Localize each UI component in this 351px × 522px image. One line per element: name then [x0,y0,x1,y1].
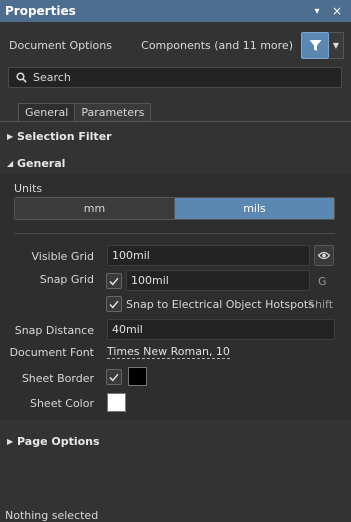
snap-grid-shortcut: G [318,275,327,288]
eye-icon [318,251,330,260]
snap-grid-label: Snap Grid [39,273,94,286]
chevron-right-icon: ▶ [7,132,14,141]
panel-menu-icon[interactable]: ▾ [309,6,325,17]
units-label: Units [14,182,43,195]
check-icon [109,300,119,309]
document-font-link[interactable]: Times New Roman, 10 [107,345,230,359]
units-mm-button[interactable]: mm [15,198,174,219]
visible-grid-toggle-button[interactable] [314,245,334,266]
section-page-options[interactable]: ▶ Page Options [7,435,100,448]
tab-general[interactable]: General [18,103,76,122]
units-toggle: mm mils [14,197,335,220]
sheet-border-label: Sheet Border [21,372,94,385]
filter-dropdown-button[interactable]: ▼ [329,31,344,59]
section-page-options-label: Page Options [17,435,100,448]
search-icon [16,72,27,83]
snap-distance-label: Snap Distance [14,324,94,337]
header-row: Document Options Components (and 11 more… [0,30,351,60]
snap-grid-input[interactable]: 100mil [126,270,310,291]
section-general[interactable]: ◢ General [7,157,65,170]
panel-title: Properties [5,4,76,18]
chevron-down-icon: ◢ [7,159,14,168]
panel-titlebar: Properties ▾ × [0,0,351,22]
snap-hotspots-checkbox[interactable] [106,296,122,312]
tab-bar: General Parameters [18,103,152,122]
tab-parameters[interactable]: Parameters [75,103,152,122]
snap-distance-input[interactable]: 40mil [107,319,335,340]
search-input[interactable] [33,71,323,84]
filter-icon [309,39,321,51]
check-icon [109,277,119,286]
status-text: Nothing selected [5,509,99,522]
filter-button[interactable] [301,31,329,59]
divider [14,233,335,234]
snap-hotspots-label: Snap to Electrical Object Hotspots [126,298,314,311]
section-selection-filter[interactable]: ▶ Selection Filter [7,130,112,143]
snap-hotspots-shortcut: Shift [308,298,334,311]
sheet-border-color-swatch[interactable] [128,367,147,386]
components-selector[interactable]: Components (and 11 more) [141,39,293,52]
close-icon[interactable]: × [329,4,345,18]
visible-grid-label: Visible Grid [31,250,94,263]
section-general-label: General [17,157,66,170]
sheet-color-label: Sheet Color [29,397,94,410]
sheet-border-checkbox[interactable] [106,369,122,385]
chevron-right-icon: ▶ [7,437,14,446]
document-font-label: Document Font [9,346,94,359]
document-options-label: Document Options [9,38,112,52]
sheet-color-swatch[interactable] [107,393,126,412]
tab-divider [0,121,351,122]
visible-grid-input[interactable]: 100mil [107,245,310,266]
check-icon [109,373,119,382]
units-mils-button[interactable]: mils [174,198,334,219]
snap-grid-checkbox[interactable] [106,273,122,289]
search-box[interactable] [8,67,342,88]
chevron-down-icon: ▼ [332,40,340,50]
section-selection-filter-label: Selection Filter [17,130,112,143]
